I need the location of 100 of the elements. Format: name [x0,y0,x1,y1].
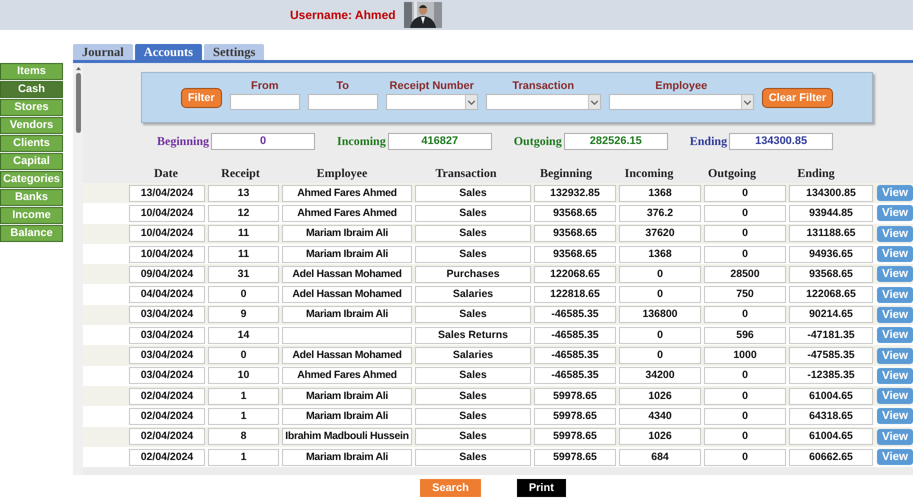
table-cell: Sales [415,306,531,324]
table-cell: Sales [415,388,531,405]
view-button[interactable]: View [877,388,913,404]
clear-filter-button[interactable]: Clear Filter [762,88,834,108]
table-cell: 61004.65 [789,388,873,405]
view-button[interactable]: View [877,306,913,323]
view-button[interactable]: View [877,327,913,344]
view-button[interactable]: View [877,205,913,222]
table-cell: 0 [619,326,701,344]
column-header: Receipt [220,166,261,180]
sidebar-item[interactable]: Clients [0,135,63,152]
view-button[interactable]: View [877,246,913,262]
sidebar-item[interactable]: Balance [0,225,63,242]
scroll-up-icon[interactable] [74,66,82,71]
table-cell: 1 [208,388,279,405]
sidebar-item[interactable]: Items [0,63,63,80]
table-cell: 02/04/2024 [129,388,205,405]
table-cell: Salaries [415,286,531,304]
total-label: Outgoing [514,134,562,149]
field-label: Transaction [512,80,574,92]
table-cell: 14 [208,326,279,344]
view-button[interactable]: View [877,185,913,202]
table-cell: 0 [704,204,786,222]
search-button[interactable]: Search [420,479,481,497]
table-cell: 34200 [619,367,701,384]
input-field[interactable] [230,94,300,110]
table-cell: 02/04/2024 [129,408,205,425]
table-cell: Sales [415,204,531,222]
table-cell: 03/04/2024 [129,326,205,344]
table-cell: Mariam Ibraim Ali [282,225,412,242]
table-cell: Sales [415,428,531,446]
sidebar-item[interactable]: Capital [0,153,63,170]
table-cell: Mariam Ibraim Ali [282,408,412,425]
scrollbar[interactable] [73,63,83,475]
view-button[interactable]: View [877,428,913,445]
total-label: Ending [690,134,728,149]
column-header: Outgoing [706,166,757,180]
table-cell: 37620 [619,225,701,242]
table-cell: -46585.35 [534,306,616,324]
print-button[interactable]: Print [516,479,566,497]
dropdown-field[interactable] [386,94,478,110]
sidebar-item[interactable]: Categories [0,171,63,188]
table-cell: 750 [704,286,786,304]
input-field[interactable] [308,94,378,110]
table-cell: 11 [208,246,279,263]
table-cell: 59978.65 [534,408,616,425]
dropdown-field[interactable] [608,94,754,110]
scrollbar-thumb[interactable] [76,73,80,133]
view-button[interactable]: View [877,348,913,364]
table-cell: Mariam Ibraim Ali [282,448,412,466]
table-cell: -47585.35 [789,347,873,364]
sidebar-item[interactable]: Vendors [0,117,63,134]
table-cell: 0 [619,286,701,304]
view-button[interactable]: View [877,266,913,282]
table-cell: 10 [208,367,279,384]
total-value: 282526.15 [564,133,668,150]
table-cell: 12 [208,204,279,222]
table-cell: 61004.65 [789,428,873,446]
view-button[interactable]: View [877,449,913,465]
sidebar-item[interactable]: Income [0,207,63,224]
column-header: Beginning [538,166,594,180]
field-label: Employee [655,80,708,92]
view-button[interactable]: View [877,368,913,384]
filter-button[interactable]: Filter [180,88,222,108]
table-cell: 1026 [619,428,701,446]
tab[interactable]: Journal [73,44,133,60]
table-cell: 1368 [619,184,701,202]
table-cell: 03/04/2024 [129,367,205,384]
sidebar-item[interactable]: Cash [0,81,63,98]
view-button[interactable]: View [877,408,913,424]
dropdown-field[interactable] [486,94,601,110]
field-label: From [250,80,278,92]
table-cell: 10/04/2024 [129,225,205,242]
view-button[interactable]: View [877,226,913,242]
table-cell: Sales [415,184,531,202]
tab[interactable]: Settings [204,44,264,60]
table-cell: 11 [208,225,279,242]
table-cell: Adel Hassan Mohamed [282,266,412,283]
table-cell: 03/04/2024 [129,347,205,364]
table-cell: -46585.35 [534,367,616,384]
table-cell: 64318.65 [789,408,873,425]
table-cell: Ahmed Fares Ahmed [282,184,412,202]
table-cell: 93568.65 [534,204,616,222]
field-label: Receipt Number [390,80,474,92]
sidebar-item[interactable]: Stores [0,99,63,116]
sidebar-item[interactable]: Banks [0,189,63,206]
table-cell: 1026 [619,388,701,405]
table-cell: -46585.35 [534,326,616,344]
table-cell: 02/04/2024 [129,448,205,466]
tab[interactable]: Accounts [134,44,202,60]
table-cell: Salaries [415,347,531,364]
table-cell: Mariam Ibraim Ali [282,388,412,405]
table-cell: 59978.65 [534,448,616,466]
column-header: Date [153,166,179,180]
table-cell: 376.2 [619,204,701,222]
view-button[interactable]: View [877,286,913,303]
table-cell: Adel Hassan Mohamed [282,286,412,304]
table-cell: 28500 [704,266,786,283]
table-cell: 0 [704,428,786,446]
table-cell: 94936.65 [789,246,873,263]
